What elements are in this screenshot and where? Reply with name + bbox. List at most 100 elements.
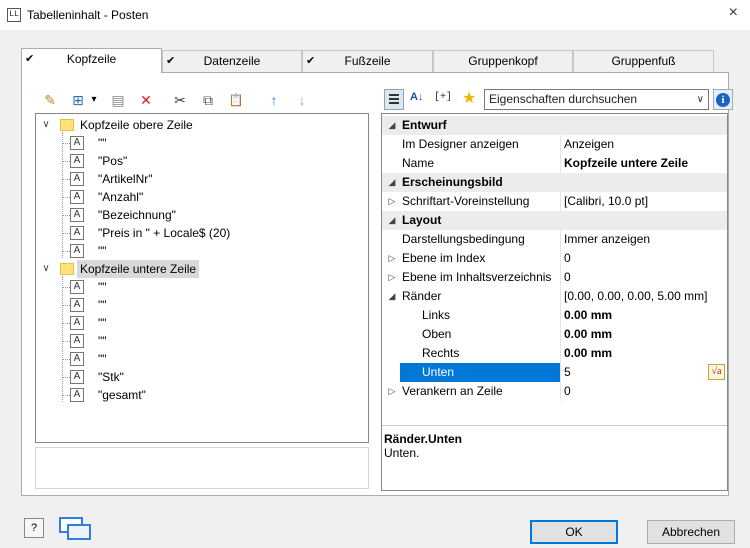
- chevron-down-icon[interactable]: ∨: [697, 90, 704, 109]
- property-row[interactable]: Darstellungsbedingung Immer anzeigen: [382, 230, 727, 249]
- property-category-entwurf[interactable]: ◢ Entwurf: [382, 116, 727, 135]
- property-row[interactable]: Links 0.00 mm: [382, 306, 727, 325]
- star-icon[interactable]: ★: [462, 88, 476, 108]
- property-name: Verankern an Zeile: [402, 384, 503, 398]
- expand-icon[interactable]: ▷: [386, 382, 398, 401]
- property-value[interactable]: 0.00 mm: [564, 325, 612, 344]
- property-name: Im Designer anzeigen: [402, 137, 519, 151]
- property-category-erscheinungsbild[interactable]: ◢ Erscheinungsbild: [382, 173, 727, 192]
- property-value[interactable]: 0.00 mm: [564, 306, 612, 325]
- tree-connector: [62, 132, 63, 258]
- tab-kopfzeile[interactable]: ✔ Kopfzeile: [21, 48, 162, 73]
- tab-fusszeile[interactable]: ✔ Fußzeile: [302, 50, 433, 72]
- text-field-icon: A: [70, 136, 84, 150]
- property-value[interactable]: [Calibri, 10.0 pt]: [564, 192, 648, 211]
- tab-gruppenkopf[interactable]: Gruppenkopf: [433, 50, 573, 72]
- property-value-input[interactable]: 5: [564, 363, 571, 382]
- text-field-icon: A: [70, 190, 84, 204]
- tree-item-label: "": [98, 334, 107, 348]
- tab-strip: ✔ Kopfzeile ✔ Datenzeile ✔ Fußzeile Grup…: [21, 48, 714, 73]
- window-title: Tabelleninhalt - Posten: [27, 8, 149, 22]
- expand-icon[interactable]: ▷: [386, 192, 398, 211]
- property-name: Ebene im Inhaltsverzeichnis: [402, 270, 552, 284]
- property-row[interactable]: Oben 0.00 mm: [382, 325, 727, 344]
- property-value[interactable]: [0.00, 0.00, 0.00, 5.00 mm]: [564, 287, 707, 306]
- properties-icon[interactable]: ▤: [108, 90, 128, 110]
- tree-group-label: Kopfzeile untere Zeile: [77, 260, 200, 278]
- collapse-icon[interactable]: ◢: [386, 211, 398, 230]
- property-value[interactable]: 0: [564, 382, 571, 401]
- property-name: Links: [422, 308, 451, 322]
- property-row[interactable]: Im Designer anzeigen Anzeigen: [382, 135, 727, 154]
- property-name: Ebene im Index: [402, 251, 486, 265]
- text-field-icon: A: [70, 226, 84, 240]
- property-row-selected[interactable]: Unten 5 √a: [382, 363, 727, 382]
- collapse-icon[interactable]: ◢: [386, 116, 398, 135]
- tree-item-label: "Anzahl": [98, 190, 144, 204]
- text-field-icon: A: [70, 280, 84, 294]
- property-grid[interactable]: ◢ Entwurf Im Designer anzeigen Anzeigen …: [381, 113, 728, 491]
- categorized-icon[interactable]: [384, 89, 404, 110]
- check-icon: ✔: [306, 55, 316, 67]
- property-value[interactable]: Immer anzeigen: [564, 230, 650, 249]
- property-row[interactable]: Name Kopfzeile untere Zeile: [382, 154, 727, 173]
- text-field-icon: A: [70, 316, 84, 330]
- description-title: Ränder.Unten: [384, 432, 463, 446]
- text-field-icon: A: [70, 154, 84, 168]
- collapse-icon[interactable]: ◢: [386, 287, 398, 306]
- move-down-icon[interactable]: ↓: [292, 90, 312, 110]
- property-value[interactable]: 0.00 mm: [564, 344, 612, 363]
- expand-icon[interactable]: ▷: [386, 268, 398, 287]
- close-icon[interactable]: ×: [729, 4, 738, 22]
- line-tree[interactable]: ∨ Kopfzeile obere Zeile A "" A "Pos" A "…: [35, 113, 369, 443]
- description-text: Unten.: [384, 446, 420, 460]
- tab-label: Gruppenkopf: [468, 54, 538, 68]
- property-name: Erscheinungsbild: [402, 175, 503, 189]
- sort-az-icon[interactable]: A↓: [410, 91, 423, 103]
- property-value[interactable]: Anzeigen: [564, 135, 614, 154]
- tree-item-label: "Preis in " + Locale$ (20): [98, 226, 231, 240]
- expand-icon[interactable]: ▷: [386, 249, 398, 268]
- tab-label: Gruppenfuß: [611, 54, 676, 68]
- delete-icon[interactable]: ✕: [136, 90, 156, 110]
- paste-icon[interactable]: 📋: [226, 90, 246, 110]
- expand-all-icon[interactable]: [+]: [434, 92, 452, 103]
- property-name: Layout: [402, 213, 442, 227]
- copy-icon[interactable]: ⧉: [198, 90, 218, 110]
- cut-icon[interactable]: ✂: [170, 90, 190, 110]
- property-name: Darstellungsbedingung: [402, 232, 525, 246]
- property-row[interactable]: ▷ Ebene im Index 0: [382, 249, 727, 268]
- window-layout-icon[interactable]: [57, 515, 93, 541]
- text-field-icon: A: [70, 298, 84, 312]
- magic-wand-icon[interactable]: ✎: [40, 90, 60, 110]
- title-bar: LL Tabelleninhalt - Posten ×: [0, 0, 750, 30]
- property-category-layout[interactable]: ◢ Layout: [382, 211, 727, 230]
- property-row[interactable]: Rechts 0.00 mm: [382, 344, 727, 363]
- collapse-icon[interactable]: ◢: [386, 173, 398, 192]
- check-icon: ✔: [166, 55, 176, 67]
- tab-datenzeile[interactable]: ✔ Datenzeile: [162, 50, 302, 72]
- help-button[interactable]: ?: [24, 518, 44, 538]
- property-row[interactable]: ▷ Ebene im Inhaltsverzeichnis 0: [382, 268, 727, 287]
- info-button[interactable]: i: [713, 89, 733, 110]
- property-value[interactable]: 0: [564, 268, 571, 287]
- property-row[interactable]: ▷ Verankern an Zeile 0: [382, 382, 727, 401]
- formula-icon[interactable]: √a: [708, 364, 725, 380]
- tree-item-label: "": [98, 136, 107, 150]
- property-row[interactable]: ◢ Ränder [0.00, 0.00, 0.00, 5.00 mm]: [382, 287, 727, 306]
- property-search-input[interactable]: Eigenschaften durchsuchen ∨: [484, 89, 709, 110]
- tree-item-label: "ArtikelNr": [98, 172, 153, 186]
- ok-button[interactable]: OK: [530, 520, 618, 544]
- chevron-down-icon[interactable]: ▾: [84, 90, 104, 110]
- cancel-button[interactable]: Abbrechen: [647, 520, 735, 544]
- expand-icon[interactable]: ∨: [40, 260, 52, 278]
- property-value[interactable]: 0: [564, 249, 571, 268]
- tree-item-label: "": [98, 280, 107, 294]
- property-row[interactable]: ▷ Schriftart-Voreinstellung [Calibri, 10…: [382, 192, 727, 211]
- move-up-icon[interactable]: ↑: [264, 90, 284, 110]
- text-field-icon: A: [70, 244, 84, 258]
- tree-item-label: "gesamt": [98, 388, 146, 402]
- expand-icon[interactable]: ∨: [40, 116, 52, 134]
- property-value[interactable]: Kopfzeile untere Zeile: [564, 154, 688, 173]
- tab-gruppenfuss[interactable]: Gruppenfuß: [573, 50, 714, 72]
